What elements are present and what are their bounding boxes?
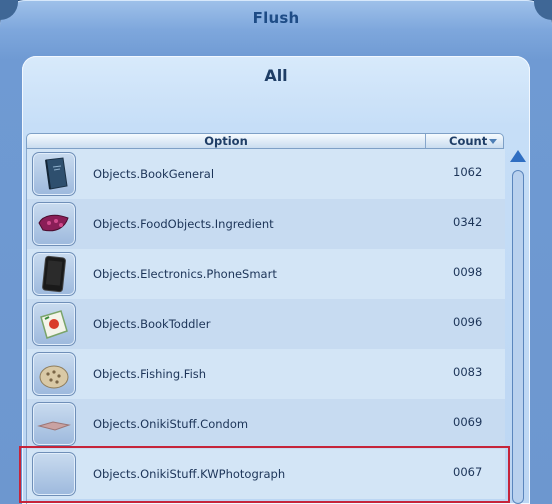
column-header-count[interactable]: Count [425,134,503,148]
toddler-book-icon [32,302,76,346]
option-list: Objects.BookGeneral 1062 Objects.FoodObj… [26,149,505,504]
row-count-value: 0083 [453,365,483,379]
row-count-value: 0096 [453,315,483,329]
flush-dialog: Flush All Option Count Objects.BookGener… [0,0,552,504]
row-option-label: Objects.Fishing.Fish [93,367,207,381]
table-row[interactable]: Objects.BookGeneral 1062 [27,149,505,199]
table-row[interactable]: Objects.BookToddler 0096 [27,299,505,349]
scroll-up-arrow-icon[interactable] [510,150,526,162]
row-count-value: 0069 [453,415,483,429]
row-count-value: 0067 [453,465,483,479]
panel-subtitle: All [264,66,288,85]
smartphone-icon [32,252,76,296]
row-count-value: 1062 [453,165,483,179]
row-count-value: 0342 [453,215,483,229]
table-row[interactable]: Objects.OnikiStuff.KWPhotograph 0067 [27,449,505,499]
row-option-label: Objects.OnikiStuff.KWPhotograph [93,467,286,481]
table-row[interactable]: Objects.FoodObjects.Ingredient 0342 [27,199,505,249]
row-option-label: Objects.BookToddler [93,317,211,331]
fish-icon [32,352,76,396]
blank-thumbnail-icon [32,452,76,496]
sort-descending-icon[interactable] [489,139,497,144]
column-header-count-label: Count [449,134,488,148]
condom-icon [32,402,76,446]
table-header: Option Count [26,133,504,149]
row-option-label: Objects.FoodObjects.Ingredient [93,217,274,231]
column-header-option[interactable]: Option [27,134,426,148]
row-count-value: 0098 [453,265,483,279]
dialog-title: Flush [252,9,300,27]
vertical-scrollbar[interactable] [510,150,526,504]
ingredient-icon [32,202,76,246]
scroll-track[interactable] [512,170,524,504]
row-option-label: Objects.BookGeneral [93,167,215,181]
table-row[interactable]: Objects.Electronics.PhoneSmart 0098 [27,249,505,299]
row-option-label: Objects.OnikiStuff.Condom [93,417,249,431]
table-row[interactable]: Objects.OnikiStuff.Condom 0069 [27,399,505,449]
book-icon [32,152,76,196]
row-option-label: Objects.Electronics.PhoneSmart [93,267,277,281]
table-row[interactable]: Objects.Fishing.Fish 0083 [27,349,505,399]
